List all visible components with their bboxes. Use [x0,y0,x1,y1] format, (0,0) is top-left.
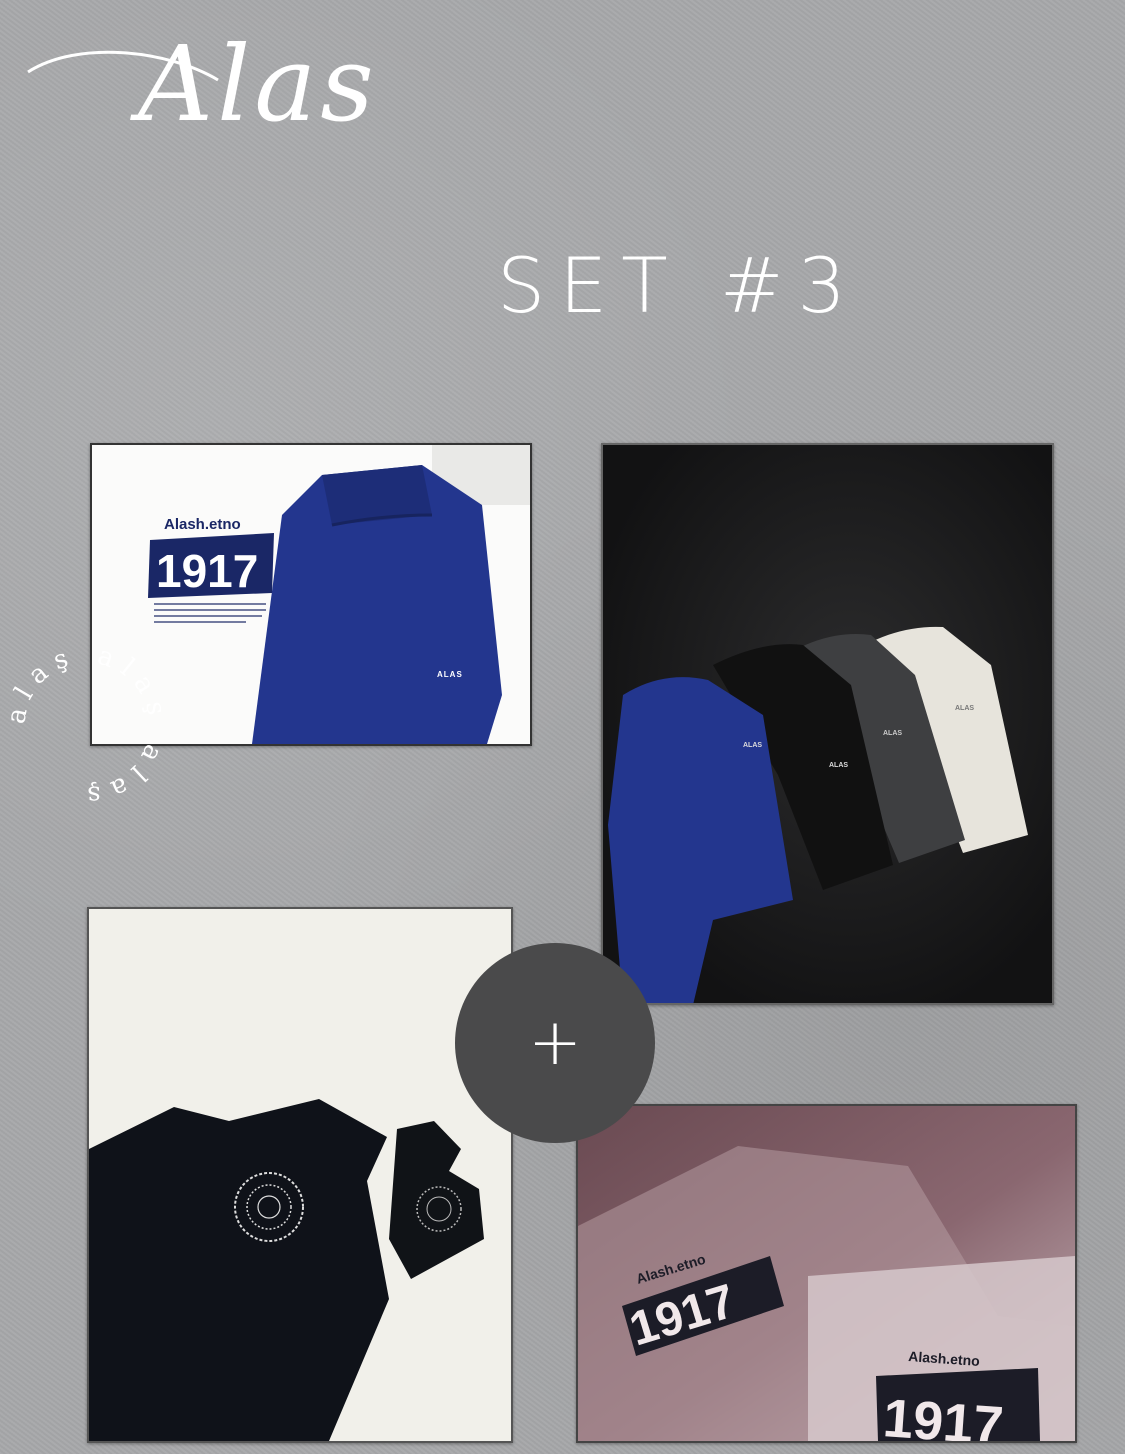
shirt-year-text: 1917 [156,545,258,597]
shorts-label: ALAS [437,670,463,679]
shorts-label-2: ALAS [829,762,848,769]
photo-1917-prints: Alash.etno 1917 Alash.etno 1917 [576,1104,1077,1443]
photo-four-shorts: ALAS ALAS ALAS ALAS [601,443,1054,1005]
shorts-label-1: ALAS [743,742,762,749]
shirt-brand-text: Alash.etno [164,516,241,533]
alas-logo: Alas [27,23,378,140]
shorts-label-3: ALAS [883,730,902,737]
plus-button[interactable]: + [455,943,655,1143]
photo-black-tshirts [87,907,513,1443]
alas-seal: alaş alaş alaş [2,640,172,810]
seal-text: alaş alaş alaş [2,640,172,810]
shirt-year-text-2: 1917 [881,1388,1005,1441]
logo-text: Alas [130,23,378,140]
set-title: SET #3 [497,241,860,330]
shorts-label-4: ALAS [955,705,974,712]
